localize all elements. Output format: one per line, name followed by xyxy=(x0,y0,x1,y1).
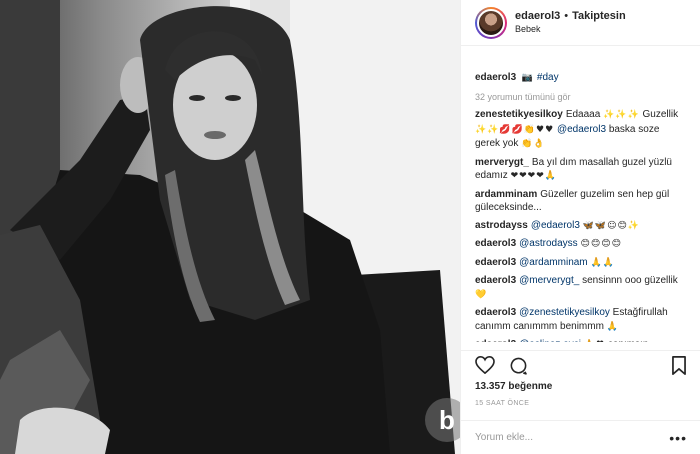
comments-list[interactable]: edaerol3 📷 #day 32 yorumun tümünü gör ze… xyxy=(461,46,700,342)
comment-text: Edaaaa xyxy=(565,109,601,120)
emoji-text: 😊😊😊😊 xyxy=(580,239,622,249)
post-caption: edaerol3 📷 #day xyxy=(475,72,686,83)
comment-item: edaerol3 @ardamminam 🙏🙏 xyxy=(475,256,686,271)
action-icons xyxy=(475,351,687,379)
bookmark-icon[interactable] xyxy=(671,355,687,375)
comment-item: edaerol3 @zenestetikyesilkoy Estağfirulla… xyxy=(475,306,686,334)
emoji-text: 🦋🦋☺😊✨ xyxy=(582,220,641,231)
comment-text: canımsın xyxy=(608,339,649,342)
mention-link[interactable]: @aslinaz.avci xyxy=(519,339,581,342)
comment-username[interactable]: edaerol3 xyxy=(475,307,516,318)
view-all-comments-link[interactable]: 32 yorumun tümünü gör xyxy=(475,92,686,102)
mention-link[interactable]: @astrodayss xyxy=(519,238,578,249)
likes-count[interactable]: 13.357 beğenme xyxy=(475,381,687,392)
location-link[interactable]: Bebek xyxy=(515,24,626,35)
add-comment-bar: ••• xyxy=(461,420,700,454)
post-photo[interactable]: b xyxy=(0,0,460,454)
comment-username[interactable]: edaerol3 xyxy=(475,275,516,286)
comment-username[interactable]: edaerol3 xyxy=(475,257,516,268)
header-text: edaerol3 • Takiptesin Bebek xyxy=(515,10,626,35)
comment-username[interactable]: merverygt_ xyxy=(475,157,529,168)
caption-username[interactable]: edaerol3 xyxy=(475,72,516,83)
camera-emoji: 📷 xyxy=(521,73,535,83)
comment-text: Guzellik xyxy=(642,109,679,120)
comment-text: sensinnn ooo güzellik xyxy=(582,275,678,286)
username-link[interactable]: edaerol3 xyxy=(515,10,560,24)
mention-link[interactable]: @zenestetikyesilkoy xyxy=(519,307,610,318)
portrait-image xyxy=(0,0,460,454)
post-timestamp: 15 SAAT ÖNCE xyxy=(475,400,530,407)
post-actions: 13.357 beğenme 15 SAAT ÖNCE xyxy=(461,350,700,407)
comment-items: zenestetikyesilkoy Edaaaa ✨✨✨ Guzellik ✨✨… xyxy=(475,108,686,342)
emoji-text: ✨✨✨ xyxy=(603,110,640,120)
more-options-icon[interactable]: ••• xyxy=(669,430,687,446)
separator-dot: • xyxy=(564,10,569,22)
emoji-text: 🙏🙏 xyxy=(590,257,615,268)
emoji-text: 👏👌 xyxy=(521,139,546,149)
comment-input[interactable] xyxy=(475,432,665,443)
comment-username[interactable]: edaerol3 xyxy=(475,238,516,249)
mention-link[interactable]: @edaerol3 xyxy=(531,220,580,231)
comment-username[interactable]: edaerol3 xyxy=(475,339,516,342)
comment-item: zenestetikyesilkoy Edaaaa ✨✨✨ Guzellik ✨✨… xyxy=(475,108,686,152)
comment-icon[interactable] xyxy=(509,356,528,375)
header-row: edaerol3 • Takiptesin xyxy=(515,10,626,24)
comment-username[interactable]: zenestetikyesilkoy xyxy=(475,109,563,120)
comment-item: astrodayss @edaerol3 🦋🦋☺😊✨ xyxy=(475,219,686,234)
hashtag-link[interactable]: #day xyxy=(537,72,559,83)
comment-item: edaerol3 @astrodayss 😊😊😊😊 xyxy=(475,237,686,252)
emoji-text: ✨✨💋💋👏♥♥ xyxy=(475,124,555,135)
post-header: edaerol3 • Takiptesin Bebek xyxy=(461,0,700,46)
avatar[interactable] xyxy=(475,6,507,39)
comment-username[interactable]: astrodayss xyxy=(475,220,528,231)
comment-item: edaerol3@aslinaz.avci 🙏♥ canımsın xyxy=(475,338,686,342)
heart-icon[interactable] xyxy=(475,356,495,374)
mention-link[interactable]: @edaerol3 xyxy=(557,124,606,135)
emoji-text: 🙏♥ xyxy=(584,340,605,342)
comment-item: edaerol3 @merverygt_ sensinnn ooo güzelli… xyxy=(475,274,686,302)
emoji-text: 💛 xyxy=(475,289,488,300)
comment-item: ardamminam Güzeller guzelim sen hep gül g… xyxy=(475,188,686,215)
post-side-panel: edaerol3 • Takiptesin Bebek edaerol3 📷 #… xyxy=(460,0,700,454)
emoji-text: 🙏 xyxy=(606,321,619,332)
avatar-image xyxy=(477,8,505,37)
comment-item: merverygt_ Ba yıl dım masallah guzel yüzl… xyxy=(475,156,686,184)
comment-username[interactable]: ardamminam xyxy=(475,189,537,200)
emoji-text: ❤❤❤❤🙏 xyxy=(510,171,557,181)
mention-link[interactable]: @merverygt_ xyxy=(519,275,579,286)
follow-status-button[interactable]: Takiptesin xyxy=(572,10,626,24)
mention-link[interactable]: @ardamminam xyxy=(519,257,588,268)
